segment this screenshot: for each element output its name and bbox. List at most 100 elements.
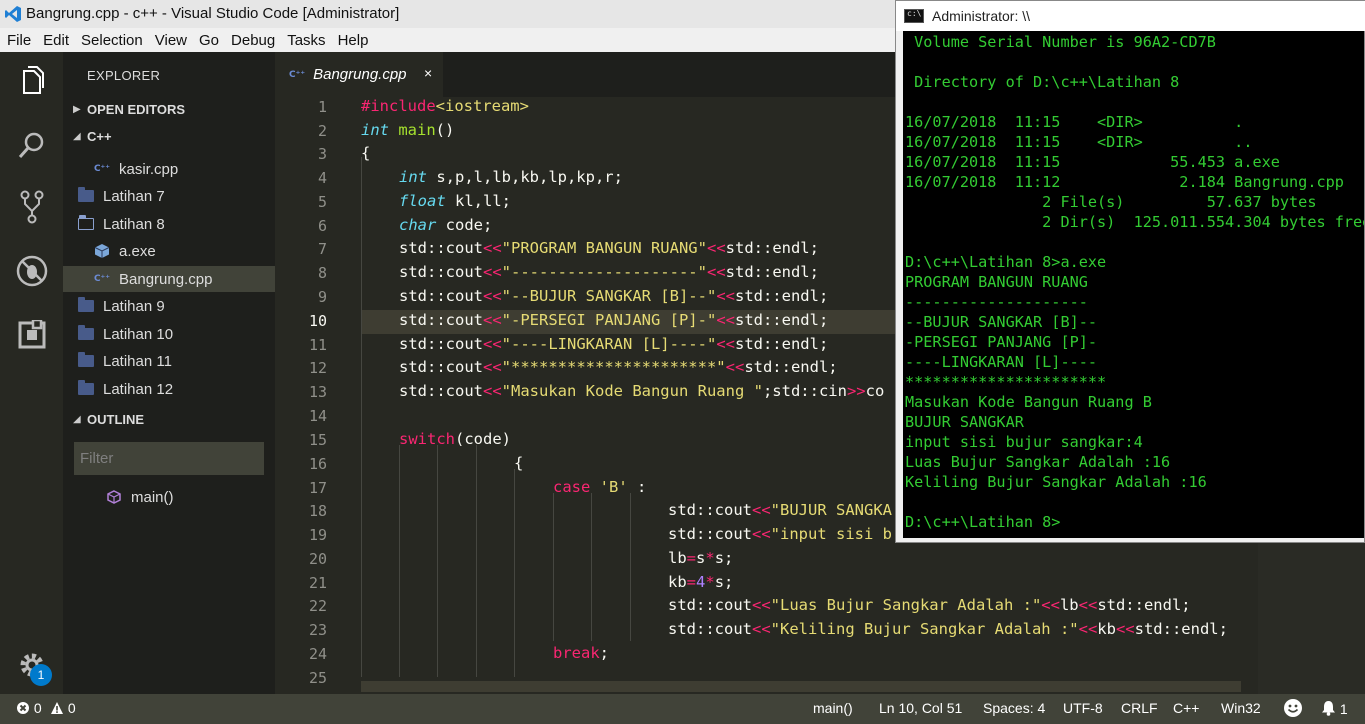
file-a-exe[interactable]: a.exe [63, 238, 275, 264]
window-title: Bangrung.cpp - c++ - Visual Studio Code … [26, 5, 400, 22]
folder-icon [75, 380, 97, 398]
notification-badge: 1 [30, 664, 52, 686]
file-bangrung-cpp[interactable]: C⁺⁺ Bangrung.cpp [63, 266, 275, 292]
error-icon [17, 702, 29, 714]
line-number: 16 [308, 455, 327, 473]
line-number: 13 [308, 383, 327, 401]
console-line: 16/07/2018 11:15 <DIR> .. [905, 133, 1253, 151]
menu-go[interactable]: Go [194, 32, 224, 49]
code-line-17: case 'B' : [553, 478, 647, 496]
line-number: 18 [308, 502, 327, 520]
line-number: 19 [308, 526, 327, 544]
menu-help[interactable]: Help [333, 32, 374, 49]
feedback-smiley-icon[interactable] [1283, 698, 1303, 721]
line-number: 11 [308, 336, 327, 354]
line-number: 14 [308, 407, 327, 425]
console-line: 16/07/2018 11:15 55.453 a.exe [905, 153, 1280, 171]
console-line: ----LINGKARAN [L]---- [905, 353, 1098, 371]
line-number: 7 [317, 240, 327, 258]
console-line: PROGRAM BANGUN RUANG [905, 273, 1088, 291]
code-line-24: break; [553, 644, 610, 662]
code-line-18: std::cout<<"BUJUR SANGKA [668, 501, 892, 519]
folder-latihan-11[interactable]: Latihan 11 [63, 348, 275, 374]
console-output[interactable]: Volume Serial Number is 96A2-CD7B Direct… [903, 31, 1364, 538]
status-language[interactable]: C++ [1173, 700, 1199, 716]
status-encoding[interactable]: UTF-8 [1063, 700, 1103, 716]
extensions-icon[interactable] [15, 318, 49, 352]
code-line-9: std::cout<<"--BUJUR SANGKAR [B]--"<<std:… [399, 287, 829, 305]
console-line: -------------------- [905, 293, 1088, 311]
console-line: Luas Bujur Sangkar Adalah :16 [905, 453, 1171, 471]
console-line: D:\c++\Latihan 8>a.exe [905, 253, 1107, 271]
line-number: 5 [317, 193, 327, 211]
line-number: 2 [317, 122, 327, 140]
warnings-indicator[interactable]: 0 [50, 700, 76, 716]
bell-icon [1322, 701, 1335, 716]
close-icon[interactable]: × [424, 65, 432, 81]
folder-latihan-10[interactable]: Latihan 10 [63, 321, 275, 347]
menu-tasks[interactable]: Tasks [282, 32, 330, 49]
explorer-sidebar: EXPLORER ▶ OPEN EDITORS ◢ C++ C⁺⁺ kasir.… [63, 52, 275, 694]
open-editors-section[interactable]: ▶ OPEN EDITORS [73, 102, 185, 117]
code-line-6: char code; [399, 216, 493, 234]
cpp-folder-section[interactable]: ◢ C++ [73, 129, 112, 144]
code-line-19: std::cout<<"input sisi b [668, 525, 892, 543]
menu-view[interactable]: View [150, 32, 192, 49]
status-indentation[interactable]: Spaces: 4 [983, 700, 1045, 716]
debug-icon[interactable] [15, 254, 49, 288]
console-line: Directory of D:\c++\Latihan 8 [905, 73, 1180, 91]
line-number: 1 [317, 98, 327, 116]
code-line-7: std::cout<<"PROGRAM BANGUN RUANG"<<std::… [399, 239, 819, 257]
cpp-file-icon: C⁺⁺ [93, 274, 111, 284]
folder-latihan-12[interactable]: Latihan 12 [63, 376, 275, 402]
menu-selection[interactable]: Selection [76, 32, 148, 49]
file-kasir-cpp[interactable]: C⁺⁺ kasir.cpp [63, 156, 275, 182]
console-line: Masukan Kode Bangun Ruang B [905, 393, 1152, 411]
console-line: Volume Serial Number is 96A2-CD7B [905, 33, 1216, 51]
code-line-22: std::cout<<"Luas Bujur Sangkar Adalah :"… [668, 596, 1191, 614]
console-window[interactable]: Administrator: \\ Volume Serial Number i… [895, 0, 1365, 543]
errors-indicator[interactable]: 0 [16, 700, 42, 716]
status-platform[interactable]: Win32 [1221, 700, 1261, 716]
menu-edit[interactable]: Edit [38, 32, 74, 49]
vscode-icon [5, 6, 21, 22]
status-cursor-position[interactable]: Ln 10, Col 51 [879, 700, 962, 716]
source-control-icon[interactable] [15, 190, 49, 224]
console-line: BUJUR SANGKAR [905, 413, 1024, 431]
notifications-indicator[interactable]: 1 [1321, 700, 1348, 717]
outline-item-main[interactable]: main() [63, 484, 275, 510]
tab-bangrung-cpp[interactable]: C⁺⁺ Bangrung.cpp × [275, 52, 443, 97]
console-line: 16/07/2018 11:12 2.184 Bangrung.cpp [905, 173, 1344, 191]
search-icon[interactable] [15, 128, 49, 162]
folder-latihan-7[interactable]: Latihan 7 [63, 183, 275, 209]
warning-icon [51, 702, 63, 714]
chevron-down-icon: ◢ [73, 414, 81, 425]
line-number: 22 [308, 597, 327, 615]
console-line: D:\c++\Latihan 8> [905, 513, 1061, 531]
console-line: Keliling Bujur Sangkar Adalah :16 [905, 473, 1207, 491]
status-eol[interactable]: CRLF [1121, 700, 1158, 716]
console-title: Administrator: \\ [932, 8, 1031, 24]
code-line-13: std::cout<<"Masukan Kode Bangun Ruang ";… [399, 382, 885, 400]
console-line: 2 Dir(s) 125.011.554.304 bytes free [905, 213, 1364, 231]
folder-open-icon [75, 215, 97, 233]
menu-debug[interactable]: Debug [226, 32, 280, 49]
code-line-15: switch(code) [399, 430, 511, 448]
outline-section[interactable]: ◢ OUTLINE [73, 412, 144, 427]
folder-icon [75, 187, 97, 205]
code-line-10: std::cout<<"-PERSEGI PANJANG [P]-"<<std:… [399, 311, 829, 329]
code-line-12: std::cout<<"**********************"<<std… [399, 358, 838, 376]
status-scope[interactable]: main() [813, 700, 853, 716]
line-number: 15 [308, 431, 327, 449]
console-title-bar[interactable]: Administrator: \\ [896, 1, 1365, 31]
horizontal-scrollbar[interactable] [361, 681, 1241, 692]
files-icon[interactable] [15, 64, 49, 98]
folder-latihan-9[interactable]: Latihan 9 [63, 293, 275, 319]
menu-file[interactable]: File [2, 32, 36, 49]
outline-filter-input[interactable]: Filter [74, 442, 264, 475]
line-number: 23 [308, 621, 327, 639]
code-line-11: std::cout<<"----LINGKARAN [L]----"<<std:… [399, 335, 829, 353]
folder-latihan-8[interactable]: Latihan 8 [63, 211, 275, 237]
cpp-file-icon: C⁺⁺ [289, 69, 306, 80]
line-number: 12 [308, 359, 327, 377]
